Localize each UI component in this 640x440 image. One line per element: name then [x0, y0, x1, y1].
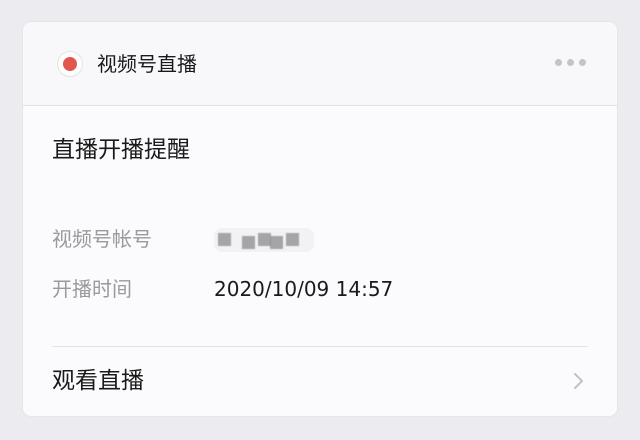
watch-live-label: 观看直播 [52, 368, 144, 394]
account-label: 视频号帐号 [52, 227, 152, 251]
chevron-right-icon [574, 373, 583, 389]
live-record-icon [57, 51, 83, 77]
more-dots-icon[interactable] [553, 56, 589, 70]
account-value-obscured [214, 228, 314, 252]
watch-live-button[interactable]: 观看直播 [23, 347, 617, 416]
channel-title: 视频号直播 [97, 52, 197, 76]
start-time-label: 开播时间 [52, 277, 132, 301]
notification-title: 直播开播提醒 [52, 137, 190, 163]
live-notification-card[interactable]: 视频号直播 直播开播提醒 视频号帐号 开播时间 2020/10/09 14:57… [23, 22, 617, 416]
start-time-value: 2020/10/09 14:57 [214, 277, 394, 301]
card-header: 视频号直播 [23, 22, 617, 106]
